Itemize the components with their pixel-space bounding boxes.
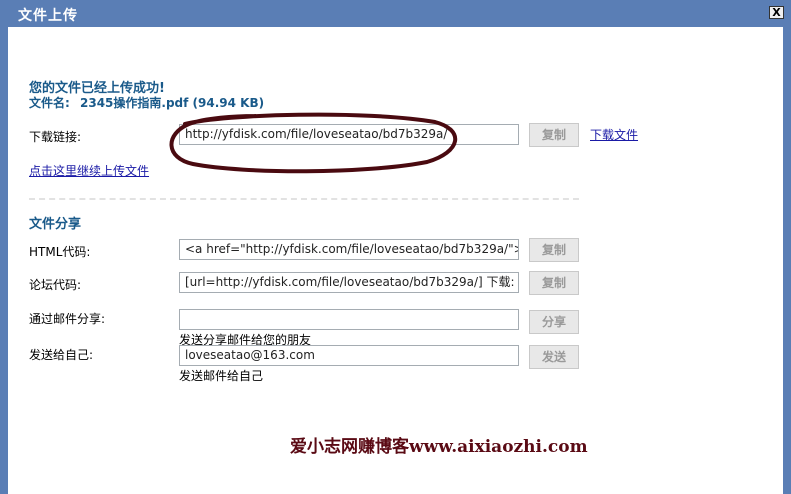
filename-value: 2345操作指南.pdf (94.94 KB) <box>80 96 265 110</box>
share-section-title: 文件分享 <box>29 217 82 232</box>
window-title: 文件上传 <box>18 8 78 24</box>
download-file-link[interactable]: 下载文件 <box>590 126 638 143</box>
filename-line: 文件名: 2345操作指南.pdf (94.94 KB) <box>29 94 264 111</box>
left-border <box>0 27 8 494</box>
watermark-text: 爱小志网赚博客www.aixiaozhi.com <box>290 437 588 457</box>
title-bar: 文件上传 X <box>0 0 791 27</box>
send-to-self-hint: 发送邮件给自己 <box>179 369 264 383</box>
send-to-self-input[interactable]: loveseatao@163.com <box>179 345 519 366</box>
forum-code-field[interactable]: [url=http://yfdisk.com/file/loveseatao/b… <box>179 272 519 293</box>
send-button[interactable]: 发送 <box>529 345 579 369</box>
share-button[interactable]: 分享 <box>529 310 579 334</box>
copy-html-code-button[interactable]: 复制 <box>529 238 579 262</box>
forum-code-label: 论坛代码: <box>29 278 82 292</box>
close-button[interactable]: X <box>769 6 784 19</box>
right-border <box>783 27 791 494</box>
send-to-self-label: 发送给自己: <box>29 348 94 362</box>
continue-upload-link[interactable]: 点击这里继续上传文件 <box>29 162 149 179</box>
download-link-label: 下载链接: <box>29 130 82 144</box>
email-share-input[interactable] <box>179 309 519 330</box>
email-share-label: 通过邮件分享: <box>29 312 106 326</box>
html-code-field[interactable]: <a href="http://yfdisk.com/file/loveseat… <box>179 239 519 260</box>
copy-forum-code-button[interactable]: 复制 <box>529 271 579 295</box>
copy-download-link-button[interactable]: 复制 <box>529 123 579 147</box>
hand-drawn-circle-annotation <box>169 112 457 174</box>
filename-label: 文件名: <box>29 96 70 110</box>
section-divider <box>29 198 579 200</box>
html-code-label: HTML代码: <box>29 245 91 259</box>
